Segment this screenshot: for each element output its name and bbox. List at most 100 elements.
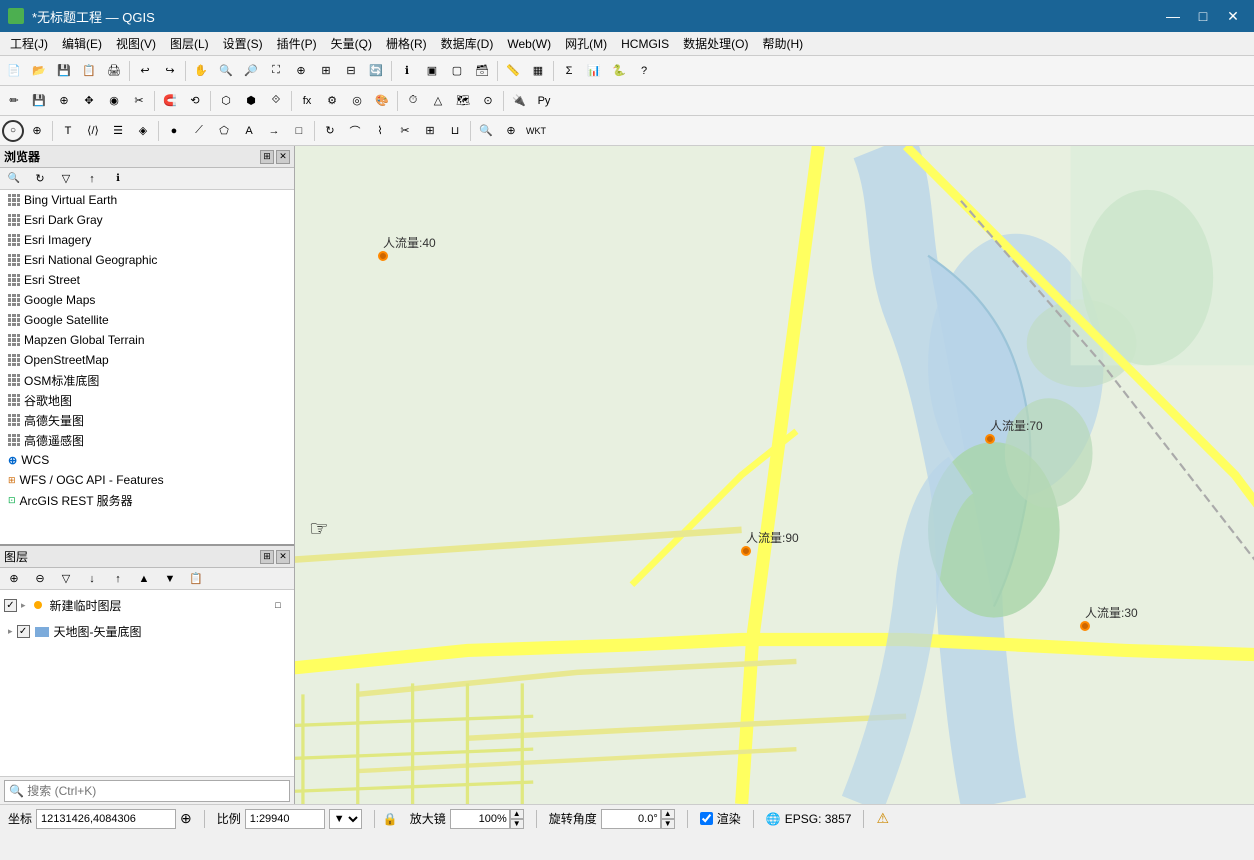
measure-area-btn[interactable]: ▦ (526, 59, 550, 83)
rotation-down[interactable]: ▼ (661, 819, 675, 829)
browser-panel-controls[interactable]: ⊞ ✕ (260, 150, 290, 164)
menu-web[interactable]: Web(W) (501, 35, 557, 53)
split-btn[interactable]: ✂ (393, 119, 417, 143)
add-feature-btn[interactable]: ⊕ (52, 89, 76, 113)
attribute-table-btn[interactable]: 🗃 (470, 59, 494, 83)
menu-vector[interactable]: 矢量(Q) (325, 33, 378, 54)
layer-temp-options[interactable]: □ (266, 593, 290, 617)
digitize-btn[interactable]: ⬡ (214, 89, 238, 113)
magnifier-arrows[interactable]: ▲ ▼ (510, 809, 524, 829)
menu-settings[interactable]: 设置(S) (217, 33, 269, 54)
zoom-extent-btn[interactable]: ⛶ (264, 59, 288, 83)
add-line-btn[interactable]: ⟋ (187, 119, 211, 143)
browser-item-0[interactable]: Bing Virtual Earth (0, 190, 294, 210)
field-calc-btn[interactable]: fx (295, 89, 319, 113)
select-btn[interactable]: ▣ (420, 59, 444, 83)
move-feature-btn[interactable]: ✥ (77, 89, 101, 113)
browser-search-btn[interactable]: 🔍 (2, 167, 26, 191)
offset-curve-btn[interactable]: ⌒ (343, 119, 367, 143)
layer-tianditu-expand[interactable]: ▸ (8, 626, 13, 637)
menu-layer[interactable]: 图层(L) (164, 33, 215, 54)
layer-tianditu[interactable]: ▸ ✓ 天地图-矢量底图 (0, 620, 294, 643)
temporal-btn[interactable]: ⏱ (401, 89, 425, 113)
magnifier-down[interactable]: ▼ (510, 819, 524, 829)
add-polygon-btn[interactable]: ⬠ (212, 119, 236, 143)
form-annotation-btn[interactable]: ☰ (106, 119, 130, 143)
add-point-btn[interactable]: ● (162, 119, 186, 143)
title-controls[interactable]: — □ ✕ (1160, 6, 1246, 26)
redo-btn[interactable]: ↪ (158, 59, 182, 83)
delete-selected-btn[interactable]: ✂ (127, 89, 151, 113)
python2-btn[interactable]: Py (532, 89, 556, 113)
browser-info-btn[interactable]: ℹ (106, 167, 130, 191)
split-parts-btn[interactable]: ⊞ (418, 119, 442, 143)
browser-refresh-btn[interactable]: ↻ (28, 167, 52, 191)
elevation-btn[interactable]: △ (426, 89, 450, 113)
browser-item-15[interactable]: ⊡ArcGIS REST 服务器 (0, 490, 294, 510)
annotation-btn[interactable]: T (56, 119, 80, 143)
plugins2-btn[interactable]: 🔌 (507, 89, 531, 113)
browser-item-8[interactable]: OpenStreetMap (0, 350, 294, 370)
zoom-to-layer-btn[interactable]: ⊕ (499, 119, 523, 143)
browser-filter-btn[interactable]: ▽ (54, 167, 78, 191)
zoom-selected-btn[interactable]: ⊞ (314, 59, 338, 83)
expand-all-btn[interactable]: ↓ (80, 567, 104, 591)
browser-item-13[interactable]: ⊕WCS (0, 450, 294, 470)
layer-temp[interactable]: ✓ ▸ 新建临时图层 □ (0, 590, 294, 620)
browser-item-10[interactable]: 谷歌地图 (0, 390, 294, 410)
zoom-layer-btn[interactable]: ⊕ (289, 59, 313, 83)
add-arrow-btn[interactable]: → (262, 119, 286, 143)
remove-layer-btn[interactable]: ⊖ (28, 567, 52, 591)
pan-btn[interactable]: ✋ (189, 59, 213, 83)
browser-item-3[interactable]: Esri National Geographic (0, 250, 294, 270)
advanced-digitize-btn[interactable]: ⬢ (239, 89, 263, 113)
snapping-btn[interactable]: 🧲 (158, 89, 182, 113)
browser-item-4[interactable]: Esri Street (0, 270, 294, 290)
refresh-btn[interactable]: 🔄 (364, 59, 388, 83)
python-btn[interactable]: 🐍 (607, 59, 631, 83)
locator-btn[interactable]: ◎ (345, 89, 369, 113)
render-checkbox[interactable] (700, 812, 713, 825)
menu-view[interactable]: 视图(V) (110, 33, 162, 54)
menu-edit[interactable]: 编辑(E) (56, 33, 108, 54)
svg-annotation-btn[interactable]: ◈ (131, 119, 155, 143)
maximize-button[interactable]: □ (1190, 6, 1216, 26)
measure-btn[interactable]: 📏 (501, 59, 525, 83)
rotation-spinner[interactable]: ▲ ▼ (601, 809, 675, 829)
collapse-all-btn[interactable]: ↑ (106, 567, 130, 591)
layer-tianditu-checkbox[interactable]: ✓ (17, 625, 30, 638)
save-project-btn[interactable]: 💾 (52, 59, 76, 83)
browser-close-btn[interactable]: ✕ (276, 150, 290, 164)
rotate-point-btn[interactable]: ↻ (318, 119, 342, 143)
layers-panel-controls[interactable]: ⊞ ✕ (260, 550, 290, 564)
overview-btn[interactable]: ⊙ (476, 89, 500, 113)
browser-item-6[interactable]: Google Satellite (0, 310, 294, 330)
menu-plugins[interactable]: 插件(P) (271, 33, 323, 54)
layer-up-btn[interactable]: ▲ (132, 567, 156, 591)
edit-toggle-btn[interactable]: ✏ (2, 89, 26, 113)
layers-properties-btn[interactable]: 📋 (184, 567, 208, 591)
layers-float-btn[interactable]: ⊞ (260, 550, 274, 564)
rotation-up[interactable]: ▲ (661, 809, 675, 819)
menu-database[interactable]: 数据库(D) (435, 33, 500, 54)
add-layer-btn[interactable]: ⊕ (2, 567, 26, 591)
rotation-arrows[interactable]: ▲ ▼ (661, 809, 675, 829)
layer-temp-checkbox[interactable]: ✓ (4, 599, 17, 612)
menu-raster[interactable]: 栅格(R) (380, 33, 433, 54)
edit-save-btn[interactable]: 💾 (27, 89, 51, 113)
identify-btn[interactable]: ℹ (395, 59, 419, 83)
layers-close-btn[interactable]: ✕ (276, 550, 290, 564)
topology-btn[interactable]: ⟲ (183, 89, 207, 113)
location-btn[interactable]: ⊕ (25, 119, 49, 143)
rotation-input[interactable] (601, 809, 661, 829)
print-btn[interactable]: 🖨 (102, 59, 126, 83)
open-project-btn[interactable]: 📂 (27, 59, 51, 83)
save-as-btn[interactable]: 📋 (77, 59, 101, 83)
browser-item-12[interactable]: 高德遥感图 (0, 430, 294, 450)
filter-layer-btn[interactable]: ▽ (54, 567, 78, 591)
style-manager-btn[interactable]: 🎨 (370, 89, 394, 113)
help-btn[interactable]: ? (632, 59, 656, 83)
close-button[interactable]: ✕ (1220, 6, 1246, 26)
chart-btn[interactable]: 📊 (582, 59, 606, 83)
browser-item-2[interactable]: Esri Imagery (0, 230, 294, 250)
